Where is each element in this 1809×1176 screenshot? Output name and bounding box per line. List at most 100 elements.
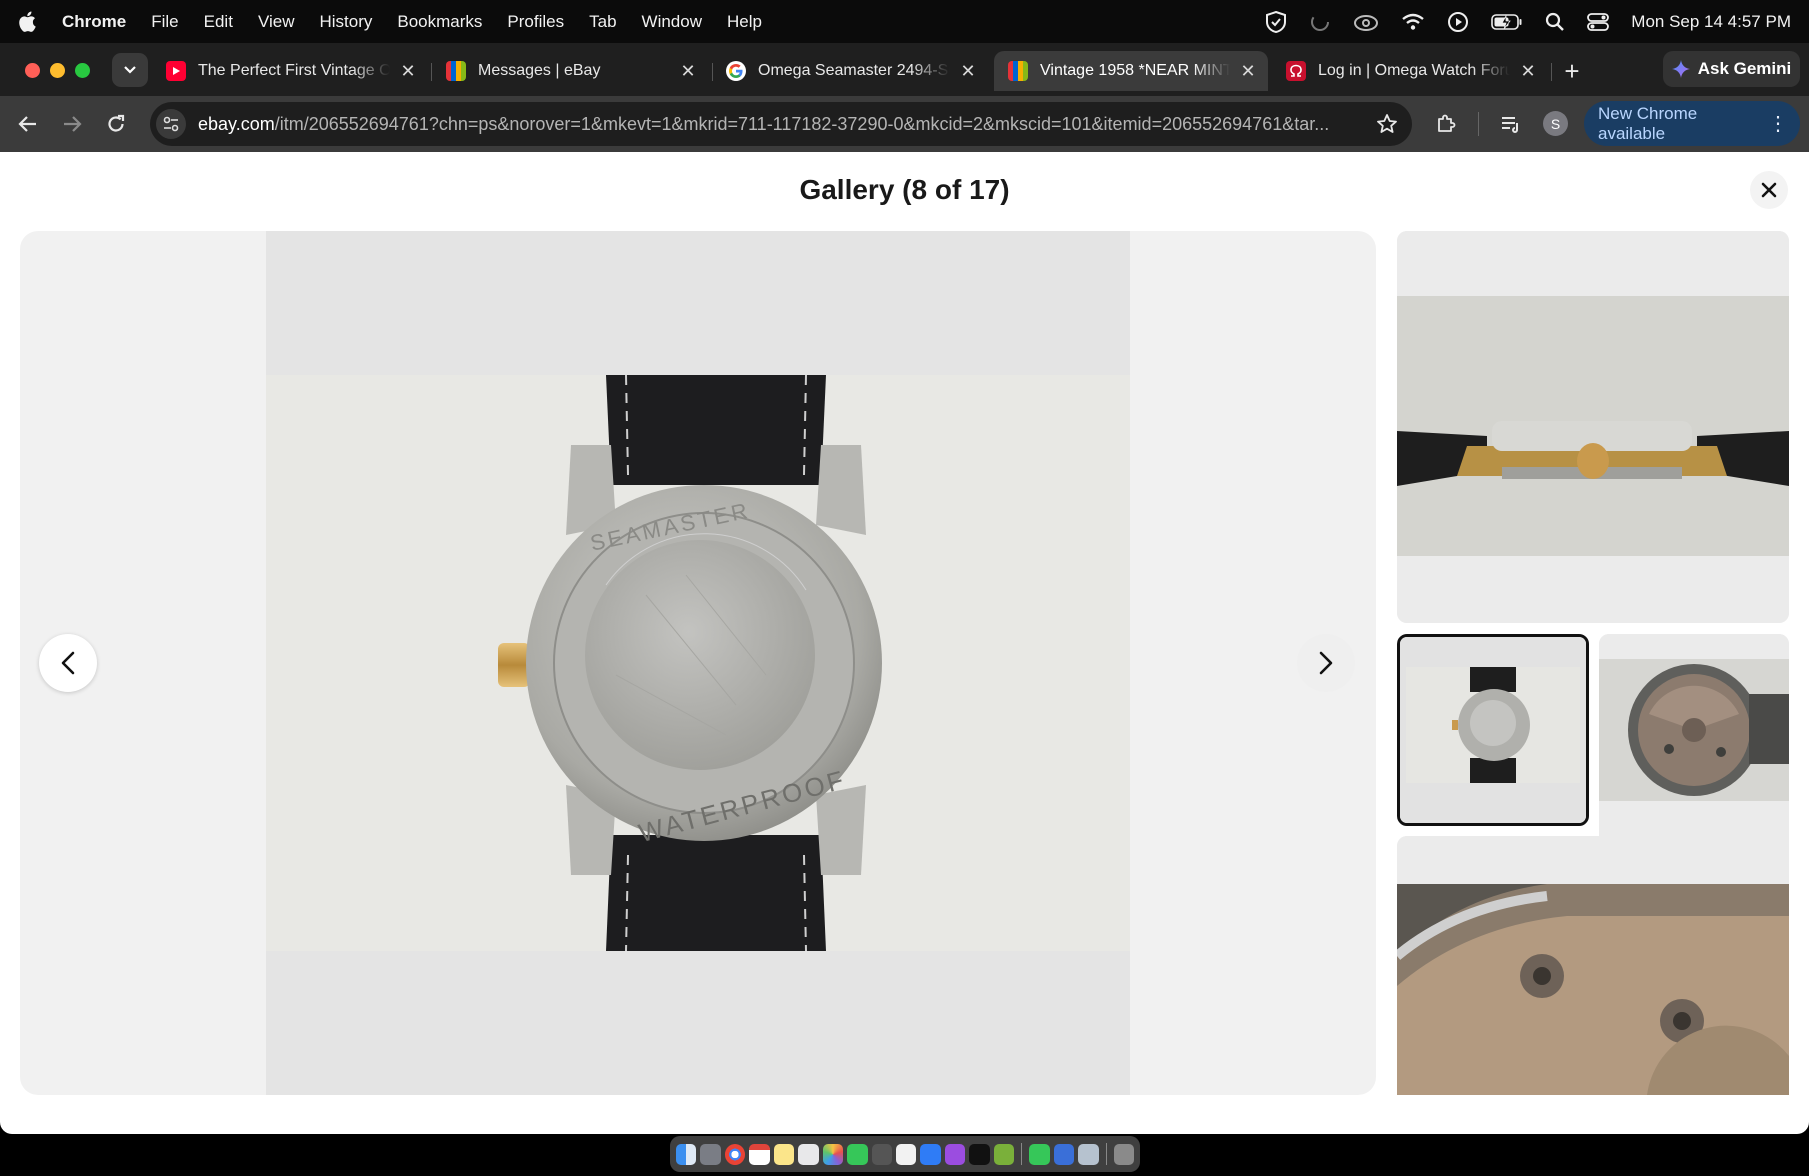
spotlight-search-icon[interactable] [1545,12,1565,32]
gallery-title: Gallery (8 of 17) [799,174,1010,205]
tab-title: Vintage 1958 *NEAR MINT* [1040,62,1230,79]
arrow-left-icon [18,116,36,132]
control-center-icon[interactable] [1587,12,1610,32]
site-settings-icon[interactable] [156,109,186,139]
watch-movement-thumbnail [1599,634,1789,826]
tab-ebay-messages[interactable]: Messages | eBay ✕ [432,51,708,91]
gallery-thumbnail[interactable] [1599,634,1789,826]
menu-view[interactable]: View [258,12,295,32]
reload-button[interactable] [102,110,130,138]
tab-close-icon[interactable]: ✕ [678,61,698,81]
previous-image-button[interactable] [39,634,97,692]
finder-icon[interactable] [675,1143,697,1165]
apple-tv-icon[interactable] [969,1143,990,1165]
back-button[interactable] [14,110,42,138]
freeform-icon[interactable] [798,1143,819,1165]
trash-icon[interactable] [1113,1143,1135,1165]
main-image-frame: SEAMASTER WATERPROOF [20,231,1376,1095]
profile-avatar[interactable]: S [1543,111,1568,136]
messages-icon[interactable] [1029,1143,1050,1165]
app-store-icon[interactable] [920,1143,941,1165]
chrome-tab-strip: The Perfect First Vintage Omega ✕ Messag… [0,43,1809,96]
address-bar[interactable]: ebay.com/itm/206552694761?chn=ps&norover… [150,102,1412,146]
tab-youtube[interactable]: The Perfect First Vintage Omega ✕ [152,51,428,91]
creative-cloud-icon[interactable] [1353,12,1379,32]
media-queue-icon [1502,117,1518,133]
watch-side-profile-image [1397,231,1789,623]
game-icon[interactable] [993,1143,1015,1165]
menu-app-chrome[interactable]: Chrome [62,12,126,32]
tab-close-icon[interactable]: ✕ [1238,61,1258,81]
extensions-button[interactable] [1432,110,1460,138]
close-icon [1761,182,1777,198]
focus-moon-icon[interactable] [1309,11,1331,33]
chrome-icon[interactable] [724,1143,746,1165]
ask-gemini-button[interactable]: Ask Gemini [1663,51,1800,87]
podcasts-icon[interactable] [944,1143,966,1165]
menu-edit[interactable]: Edit [204,12,233,32]
news-icon[interactable] [896,1143,917,1165]
tab-close-icon[interactable]: ✕ [398,61,418,81]
plus-icon: + [1564,55,1580,86]
bookmark-star-icon[interactable] [1376,113,1398,140]
menu-history[interactable]: History [319,12,372,32]
wifi-icon[interactable] [1401,13,1425,31]
window-close-button[interactable] [25,63,40,78]
gallery-thumbnail-selected[interactable] [1397,634,1589,826]
reload-icon [108,114,125,132]
menu-window[interactable]: Window [642,12,702,32]
chrome-toolbar: ebay.com/itm/206552694761?chn=ps&norover… [0,96,1809,152]
gallery-thumbnail[interactable] [1397,231,1789,623]
notes-icon[interactable] [773,1143,795,1165]
now-playing-icon[interactable] [1447,11,1469,33]
new-chrome-available-button[interactable]: New Chrome available ⋮ [1584,101,1800,146]
url-text[interactable]: ebay.com/itm/206552694761?chn=ps&norover… [198,114,1348,135]
battery-icon[interactable] [1491,13,1523,31]
tab-google-search[interactable]: Omega Seamaster 2494-SC ✕ [712,51,988,91]
reading-list-button[interactable] [1497,110,1525,138]
menu-file[interactable]: File [151,12,178,32]
youtube-icon [166,61,186,81]
gemini-sparkle-icon [1671,60,1690,78]
tab-omega-forums[interactable]: Log in | Omega Watch Forums ✕ [1272,51,1548,91]
gallery-thumbnail[interactable] [1397,836,1789,1095]
dock-separator [1021,1143,1023,1165]
new-tab-button[interactable]: + [1558,55,1586,86]
tab-close-icon[interactable]: ✕ [958,61,978,81]
main-gallery-image[interactable]: SEAMASTER WATERPROOF [266,231,1130,1095]
chevron-left-icon [61,651,75,675]
tab-ebay-listing[interactable]: Vintage 1958 *NEAR MINT* ✕ [994,51,1268,91]
menu-profiles[interactable]: Profiles [507,12,564,32]
movement-closeup-thumbnail [1397,836,1789,1095]
next-image-button[interactable] [1297,634,1355,692]
chevron-right-icon [1319,651,1333,675]
tab-search-button[interactable] [112,53,148,87]
tab-close-icon[interactable]: ✕ [1518,61,1538,81]
preview-icon[interactable] [1078,1143,1099,1165]
launchpad-icon[interactable] [700,1143,721,1165]
tab-title: Messages | eBay [478,62,601,79]
facetime-icon[interactable] [847,1143,868,1165]
menu-help[interactable]: Help [727,12,762,32]
update-label: New Chrome available [1598,103,1698,143]
menu-bookmarks[interactable]: Bookmarks [397,12,482,32]
settings-icon[interactable] [871,1143,893,1165]
ebay-icon [1008,61,1028,81]
menu-tab[interactable]: Tab [589,12,616,32]
shield-vpn-icon[interactable] [1265,10,1287,33]
apple-menu-icon[interactable] [18,10,40,34]
photos-icon[interactable] [822,1143,844,1165]
window-zoom-button[interactable] [75,63,90,78]
menubar-clock[interactable]: Mon Sep 14 4:57 PM [1631,12,1791,32]
watch-caseback-photo: SEAMASTER WATERPROOF [266,375,1130,951]
window-minimize-button[interactable] [50,63,65,78]
forward-button[interactable] [58,110,86,138]
watch-caseback-illustration: SEAMASTER WATERPROOF [266,375,1130,951]
calendar-icon[interactable] [749,1143,770,1165]
mail-icon[interactable] [1053,1143,1075,1165]
chevron-down-icon [124,66,136,74]
more-menu-icon[interactable]: ⋮ [1768,111,1788,136]
close-gallery-button[interactable] [1750,171,1788,209]
watch-caseback-thumbnail [1400,637,1586,823]
profile-initial: S [1550,115,1561,132]
